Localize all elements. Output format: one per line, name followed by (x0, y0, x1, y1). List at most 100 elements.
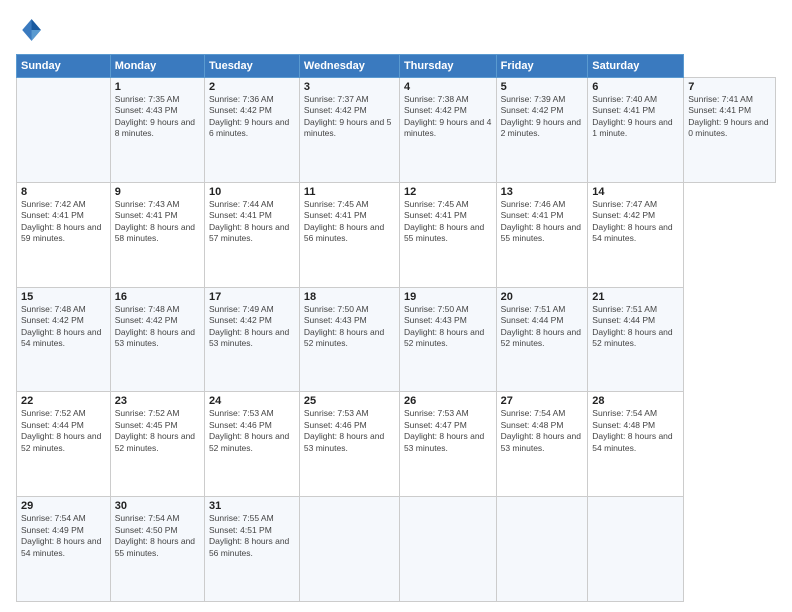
day-detail: Sunrise: 7:53 AMSunset: 4:46 PMDaylight:… (304, 408, 395, 454)
day-number: 8 (21, 186, 106, 198)
day-detail: Sunrise: 7:54 AMSunset: 4:49 PMDaylight:… (21, 513, 106, 559)
calendar-cell: 31Sunrise: 7:55 AMSunset: 4:51 PMDayligh… (204, 497, 299, 602)
day-number: 28 (592, 395, 679, 407)
day-number: 17 (209, 291, 295, 303)
day-number: 5 (501, 81, 584, 93)
day-detail: Sunrise: 7:51 AMSunset: 4:44 PMDaylight:… (501, 304, 584, 350)
calendar: SundayMondayTuesdayWednesdayThursdayFrid… (16, 54, 776, 602)
day-detail: Sunrise: 7:45 AMSunset: 4:41 PMDaylight:… (404, 199, 492, 245)
day-detail: Sunrise: 7:53 AMSunset: 4:46 PMDaylight:… (209, 408, 295, 454)
logo-icon (16, 16, 44, 44)
day-detail: Sunrise: 7:50 AMSunset: 4:43 PMDaylight:… (304, 304, 395, 350)
day-detail: Sunrise: 7:50 AMSunset: 4:43 PMDaylight:… (404, 304, 492, 350)
calendar-cell: 16Sunrise: 7:48 AMSunset: 4:42 PMDayligh… (110, 287, 204, 392)
day-detail: Sunrise: 7:48 AMSunset: 4:42 PMDaylight:… (115, 304, 200, 350)
day-detail: Sunrise: 7:46 AMSunset: 4:41 PMDaylight:… (501, 199, 584, 245)
logo (16, 16, 48, 44)
day-number: 31 (209, 500, 295, 512)
day-detail: Sunrise: 7:52 AMSunset: 4:44 PMDaylight:… (21, 408, 106, 454)
calendar-cell: 13Sunrise: 7:46 AMSunset: 4:41 PMDayligh… (496, 182, 588, 287)
calendar-cell: 14Sunrise: 7:47 AMSunset: 4:42 PMDayligh… (588, 182, 684, 287)
calendar-cell: 8Sunrise: 7:42 AMSunset: 4:41 PMDaylight… (17, 182, 111, 287)
calendar-cell: 30Sunrise: 7:54 AMSunset: 4:50 PMDayligh… (110, 497, 204, 602)
calendar-cell: 24Sunrise: 7:53 AMSunset: 4:46 PMDayligh… (204, 392, 299, 497)
header-thursday: Thursday (399, 55, 496, 78)
calendar-cell: 20Sunrise: 7:51 AMSunset: 4:44 PMDayligh… (496, 287, 588, 392)
day-number: 15 (21, 291, 106, 303)
calendar-cell (588, 497, 684, 602)
day-detail: Sunrise: 7:54 AMSunset: 4:48 PMDaylight:… (501, 408, 584, 454)
calendar-cell: 25Sunrise: 7:53 AMSunset: 4:46 PMDayligh… (299, 392, 399, 497)
page: SundayMondayTuesdayWednesdayThursdayFrid… (0, 0, 792, 612)
header-wednesday: Wednesday (299, 55, 399, 78)
day-detail: Sunrise: 7:54 AMSunset: 4:48 PMDaylight:… (592, 408, 679, 454)
day-detail: Sunrise: 7:51 AMSunset: 4:44 PMDaylight:… (592, 304, 679, 350)
day-number: 21 (592, 291, 679, 303)
calendar-cell: 22Sunrise: 7:52 AMSunset: 4:44 PMDayligh… (17, 392, 111, 497)
calendar-table: SundayMondayTuesdayWednesdayThursdayFrid… (16, 54, 776, 602)
day-number: 9 (115, 186, 200, 198)
day-number: 16 (115, 291, 200, 303)
calendar-cell: 3Sunrise: 7:37 AMSunset: 4:42 PMDaylight… (299, 78, 399, 183)
calendar-cell: 17Sunrise: 7:49 AMSunset: 4:42 PMDayligh… (204, 287, 299, 392)
calendar-cell: 10Sunrise: 7:44 AMSunset: 4:41 PMDayligh… (204, 182, 299, 287)
day-number: 30 (115, 500, 200, 512)
week-row-1: 8Sunrise: 7:42 AMSunset: 4:41 PMDaylight… (17, 182, 776, 287)
calendar-cell: 2Sunrise: 7:36 AMSunset: 4:42 PMDaylight… (204, 78, 299, 183)
day-detail: Sunrise: 7:44 AMSunset: 4:41 PMDaylight:… (209, 199, 295, 245)
calendar-cell: 26Sunrise: 7:53 AMSunset: 4:47 PMDayligh… (399, 392, 496, 497)
calendar-cell (299, 497, 399, 602)
day-detail: Sunrise: 7:35 AMSunset: 4:43 PMDaylight:… (115, 94, 200, 140)
calendar-cell: 12Sunrise: 7:45 AMSunset: 4:41 PMDayligh… (399, 182, 496, 287)
day-detail: Sunrise: 7:41 AMSunset: 4:41 PMDaylight:… (688, 94, 771, 140)
week-row-2: 15Sunrise: 7:48 AMSunset: 4:42 PMDayligh… (17, 287, 776, 392)
day-detail: Sunrise: 7:47 AMSunset: 4:42 PMDaylight:… (592, 199, 679, 245)
week-row-4: 29Sunrise: 7:54 AMSunset: 4:49 PMDayligh… (17, 497, 776, 602)
calendar-cell: 28Sunrise: 7:54 AMSunset: 4:48 PMDayligh… (588, 392, 684, 497)
day-detail: Sunrise: 7:53 AMSunset: 4:47 PMDaylight:… (404, 408, 492, 454)
header-tuesday: Tuesday (204, 55, 299, 78)
calendar-cell: 6Sunrise: 7:40 AMSunset: 4:41 PMDaylight… (588, 78, 684, 183)
calendar-cell: 19Sunrise: 7:50 AMSunset: 4:43 PMDayligh… (399, 287, 496, 392)
day-detail: Sunrise: 7:43 AMSunset: 4:41 PMDaylight:… (115, 199, 200, 245)
day-number: 24 (209, 395, 295, 407)
calendar-cell (399, 497, 496, 602)
calendar-cell: 1Sunrise: 7:35 AMSunset: 4:43 PMDaylight… (110, 78, 204, 183)
day-number: 6 (592, 81, 679, 93)
day-number: 2 (209, 81, 295, 93)
day-number: 3 (304, 81, 395, 93)
day-detail: Sunrise: 7:42 AMSunset: 4:41 PMDaylight:… (21, 199, 106, 245)
day-detail: Sunrise: 7:48 AMSunset: 4:42 PMDaylight:… (21, 304, 106, 350)
header-saturday: Saturday (588, 55, 684, 78)
day-number: 10 (209, 186, 295, 198)
day-number: 25 (304, 395, 395, 407)
day-number: 22 (21, 395, 106, 407)
calendar-cell: 7Sunrise: 7:41 AMSunset: 4:41 PMDaylight… (684, 78, 776, 183)
calendar-cell: 9Sunrise: 7:43 AMSunset: 4:41 PMDaylight… (110, 182, 204, 287)
day-number: 20 (501, 291, 584, 303)
day-number: 23 (115, 395, 200, 407)
calendar-cell: 15Sunrise: 7:48 AMSunset: 4:42 PMDayligh… (17, 287, 111, 392)
day-number: 12 (404, 186, 492, 198)
header (16, 16, 776, 44)
day-number: 1 (115, 81, 200, 93)
day-detail: Sunrise: 7:52 AMSunset: 4:45 PMDaylight:… (115, 408, 200, 454)
calendar-header-row: SundayMondayTuesdayWednesdayThursdayFrid… (17, 55, 776, 78)
day-detail: Sunrise: 7:54 AMSunset: 4:50 PMDaylight:… (115, 513, 200, 559)
calendar-cell: 4Sunrise: 7:38 AMSunset: 4:42 PMDaylight… (399, 78, 496, 183)
day-number: 13 (501, 186, 584, 198)
day-detail: Sunrise: 7:49 AMSunset: 4:42 PMDaylight:… (209, 304, 295, 350)
day-detail: Sunrise: 7:38 AMSunset: 4:42 PMDaylight:… (404, 94, 492, 140)
day-detail: Sunrise: 7:40 AMSunset: 4:41 PMDaylight:… (592, 94, 679, 140)
day-detail: Sunrise: 7:37 AMSunset: 4:42 PMDaylight:… (304, 94, 395, 140)
calendar-cell: 23Sunrise: 7:52 AMSunset: 4:45 PMDayligh… (110, 392, 204, 497)
day-number: 14 (592, 186, 679, 198)
day-number: 7 (688, 81, 771, 93)
day-detail: Sunrise: 7:36 AMSunset: 4:42 PMDaylight:… (209, 94, 295, 140)
calendar-cell (17, 78, 111, 183)
header-friday: Friday (496, 55, 588, 78)
calendar-cell: 29Sunrise: 7:54 AMSunset: 4:49 PMDayligh… (17, 497, 111, 602)
day-detail: Sunrise: 7:39 AMSunset: 4:42 PMDaylight:… (501, 94, 584, 140)
day-number: 29 (21, 500, 106, 512)
week-row-0: 1Sunrise: 7:35 AMSunset: 4:43 PMDaylight… (17, 78, 776, 183)
